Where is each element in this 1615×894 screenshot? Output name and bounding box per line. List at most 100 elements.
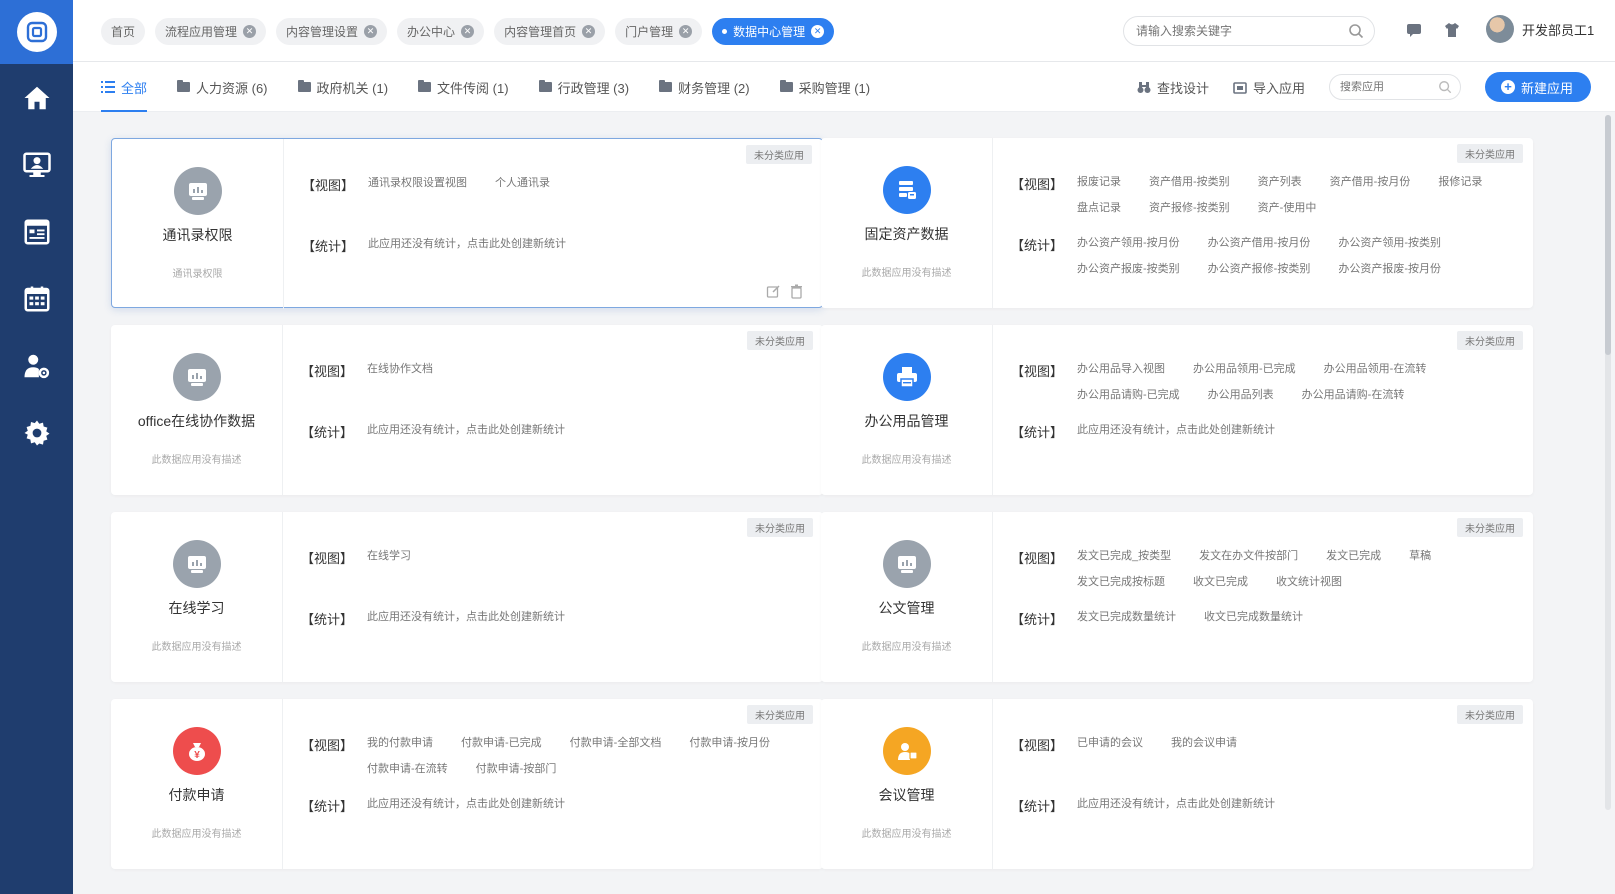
view-link[interactable]: 发文已完成 [1326, 548, 1381, 564]
tab-content-management-home[interactable]: 内容管理首页 ✕ [494, 18, 606, 45]
trash-icon[interactable] [789, 284, 804, 299]
tab-data-center-management[interactable]: 数据中心管理 ✕ [712, 18, 835, 45]
app-card-online-learning[interactable]: 未分类应用 在线学习 此数据应用没有描述 【视图】 在线学习 【统计】 此应用还没有统计，点… [111, 512, 823, 682]
scrollbar[interactable] [1605, 115, 1611, 810]
search-icon[interactable] [1348, 23, 1364, 39]
view-link[interactable]: 办公用品领用-在流转 [1324, 361, 1427, 377]
view-link[interactable]: 付款申请-在流转 [367, 761, 448, 777]
sidebar-item-settings[interactable] [0, 399, 73, 466]
global-search[interactable] [1123, 16, 1375, 46]
sidebar-item-home[interactable] [0, 64, 73, 131]
view-link[interactable]: 付款申请-已完成 [461, 735, 542, 751]
view-link[interactable]: 在线学习 [367, 548, 411, 567]
category-finance[interactable]: 财务管理 (2) [659, 62, 750, 112]
create-stat-link[interactable]: 此应用还没有统计，点击此处创建新统计 [367, 796, 565, 815]
close-icon[interactable]: ✕ [679, 25, 693, 38]
view-link[interactable]: 已申请的会议 [1077, 735, 1143, 754]
edit-icon[interactable] [766, 284, 781, 299]
create-stat-link[interactable]: 此应用还没有统计，点击此处创建新统计 [367, 422, 565, 441]
view-link[interactable]: 发文已完成_按类型 [1077, 548, 1171, 564]
category-file-circulation[interactable]: 文件传阅 (1) [418, 62, 509, 112]
close-icon[interactable]: ✕ [811, 25, 825, 38]
view-link[interactable]: 在线协作文档 [367, 361, 433, 380]
stat-link[interactable]: 办公资产借用-按月份 [1208, 235, 1311, 251]
category-all[interactable]: 全部 [101, 62, 148, 112]
app-name[interactable]: office在线协作数据 [138, 411, 255, 431]
sidebar-item-user-settings[interactable] [0, 332, 73, 399]
search-icon[interactable] [1438, 80, 1452, 94]
app-search[interactable] [1328, 74, 1461, 100]
stat-link[interactable]: 办公资产报修-按类别 [1208, 261, 1311, 277]
app-name[interactable]: 会议管理 [879, 785, 935, 805]
close-icon[interactable]: ✕ [243, 25, 257, 38]
stat-link[interactable]: 办公资产报废-按类别 [1077, 261, 1180, 277]
import-app-button[interactable]: 导入应用 [1233, 78, 1305, 97]
stat-link[interactable]: 收文已完成数量统计 [1204, 609, 1303, 628]
close-icon[interactable]: ✕ [582, 25, 596, 38]
app-name[interactable]: 付款申请 [169, 785, 225, 805]
stat-link[interactable]: 发文已完成数量统计 [1077, 609, 1176, 628]
view-link[interactable]: 通讯录权限设置视图 [368, 175, 467, 194]
view-link[interactable]: 收文已完成 [1193, 574, 1248, 590]
tab-office-center[interactable]: 办公中心 ✕ [397, 18, 485, 45]
message-icon[interactable] [1405, 21, 1423, 39]
view-link[interactable]: 资产借用-按类别 [1149, 174, 1230, 190]
close-icon[interactable]: ✕ [364, 25, 378, 38]
view-link[interactable]: 个人通讯录 [495, 175, 550, 194]
app-name[interactable]: 公文管理 [879, 598, 935, 618]
shirt-icon[interactable] [1443, 21, 1461, 39]
sidebar-item-calendar[interactable] [0, 265, 73, 332]
app-card-document-management[interactable]: 未分类应用 公文管理 此数据应用没有描述 【视图】 发文已完成_按类型 发文在办文件按部门… [821, 512, 1533, 682]
user-menu[interactable]: 开发部员工1 [1486, 15, 1594, 43]
view-link[interactable]: 盘点记录 [1077, 200, 1121, 216]
view-link[interactable]: 付款申请-全部文档 [570, 735, 662, 751]
app-card-fixed-asset-data[interactable]: 未分类应用 固定资产数据 此数据应用没有描述 【视图】 报废记录 资产借用-按类别 资产列表… [821, 138, 1533, 308]
category-procurement[interactable]: 采购管理 (1) [779, 62, 870, 112]
app-card-meeting-management[interactable]: 未分类应用 会议管理 此数据应用没有描述 【视图】 已申请的会议 我的会议申请 【统计】 此应… [821, 699, 1533, 869]
app-name[interactable]: 固定资产数据 [865, 224, 949, 244]
tab-content-management-settings[interactable]: 内容管理设置 ✕ [276, 18, 388, 45]
view-link[interactable]: 办公用品列表 [1208, 387, 1274, 403]
view-link[interactable]: 办公用品请购-已完成 [1077, 387, 1180, 403]
stat-link[interactable]: 办公资产领用-按月份 [1077, 235, 1180, 251]
category-administration[interactable]: 行政管理 (3) [538, 62, 629, 112]
app-card-contact-permission[interactable]: 未分类应用 通讯录权限 通讯录权限 【视图】 通讯录权限设置视图 个人通讯录 【统计】 此应用… [111, 138, 823, 309]
view-link[interactable]: 我的付款申请 [367, 735, 433, 751]
tab-home[interactable]: 首页 [101, 18, 146, 45]
find-design-button[interactable]: 查找设计 [1137, 78, 1209, 97]
scrollbar-thumb[interactable] [1605, 115, 1611, 355]
view-link[interactable]: 付款申请-按月份 [689, 735, 770, 751]
view-link[interactable]: 资产借用-按月份 [1330, 174, 1411, 190]
view-link[interactable]: 资产-使用中 [1258, 200, 1317, 216]
view-link[interactable]: 办公用品导入视图 [1077, 361, 1165, 377]
view-link[interactable]: 资产列表 [1258, 174, 1302, 190]
view-link[interactable]: 办公用品请购-在流转 [1302, 387, 1405, 403]
app-name[interactable]: 办公用品管理 [865, 411, 949, 431]
global-search-input[interactable] [1136, 24, 1346, 38]
view-link[interactable]: 发文在办文件按部门 [1199, 548, 1298, 564]
create-stat-link[interactable]: 此应用还没有统计，点击此处创建新统计 [1077, 796, 1275, 815]
new-app-button[interactable]: + 新建应用 [1484, 72, 1591, 102]
view-link[interactable]: 付款申请-按部门 [476, 761, 557, 777]
app-name[interactable]: 在线学习 [169, 598, 225, 618]
category-hr[interactable]: 人力资源 (6) [177, 62, 268, 112]
app-card-office-collab-data[interactable]: 未分类应用 office在线协作数据 此数据应用没有描述 【视图】 在线协作文档 【统计】… [111, 325, 823, 495]
close-icon[interactable]: ✕ [461, 25, 475, 38]
app-card-payment-request[interactable]: 未分类应用 ¥ 付款申请 此数据应用没有描述 【视图】 我的付款申请 付款申请-已完成 付款申… [111, 699, 823, 869]
view-link[interactable]: 草稿 [1409, 548, 1431, 564]
create-stat-link[interactable]: 此应用还没有统计，点击此处创建新统计 [368, 236, 566, 255]
create-stat-link[interactable]: 此应用还没有统计，点击此处创建新统计 [367, 609, 565, 628]
view-link[interactable]: 我的会议申请 [1171, 735, 1237, 754]
sidebar-item-documents[interactable] [0, 198, 73, 265]
stat-link[interactable]: 办公资产领用-按类别 [1338, 235, 1441, 251]
view-link[interactable]: 发文已完成按标题 [1077, 574, 1165, 590]
view-link[interactable]: 收文统计视图 [1276, 574, 1342, 590]
view-link[interactable]: 资产报修-按类别 [1149, 200, 1230, 216]
app-search-input[interactable] [1339, 81, 1436, 93]
view-link[interactable]: 报修记录 [1438, 174, 1482, 190]
app-name[interactable]: 通讯录权限 [163, 225, 233, 245]
tab-process-app-management[interactable]: 流程应用管理 ✕ [155, 18, 267, 45]
stat-link[interactable]: 办公资产报废-按月份 [1338, 261, 1441, 277]
view-link[interactable]: 办公用品领用-已完成 [1193, 361, 1296, 377]
view-link[interactable]: 报废记录 [1077, 174, 1121, 190]
